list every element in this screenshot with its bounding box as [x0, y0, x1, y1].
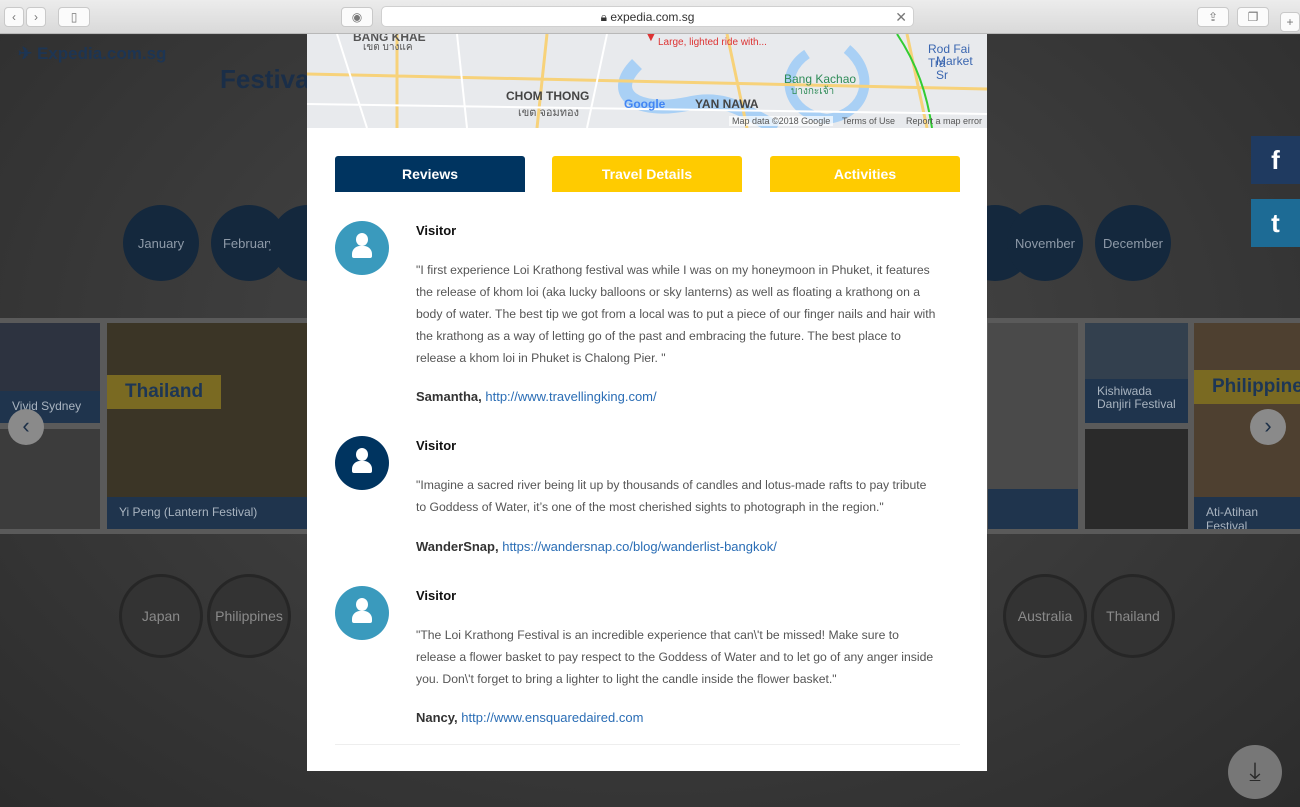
gallery-tile[interactable] [0, 429, 100, 529]
month-december[interactable]: December [1095, 205, 1171, 281]
user-avatar-icon [335, 586, 389, 640]
expedia-logo[interactable]: ✈ Expedia.com.sg [18, 44, 166, 64]
review-item: Visitor "The Loi Krathong Festival is an… [335, 586, 960, 736]
map-pin-icon[interactable]: ▼ [643, 34, 659, 46]
review-item: Visitor "Imagine a sacred river being li… [335, 436, 960, 566]
tile-caption: Kishiwada Danjiri Festival [1085, 379, 1188, 423]
review-attribution: Nancy, http://www.ensquaredaired.com [416, 710, 643, 725]
map-attribution: Map data ©2018 Google [729, 116, 834, 126]
logo-text: Expedia.com.sg [36, 44, 167, 63]
url-text: expedia.com.sg [610, 10, 695, 24]
reviewer-role: Visitor [416, 223, 457, 238]
country-australia[interactable]: Australia [1003, 574, 1087, 658]
back-button[interactable]: ‹ [4, 7, 24, 27]
new-tab-icon[interactable]: + [1280, 12, 1300, 32]
map-label: YAN NAWA [695, 97, 759, 111]
extension-icon[interactable]: ◉ [341, 7, 373, 27]
country-tag: Thailand [107, 375, 222, 409]
map-label: เขต บางแค [363, 42, 413, 53]
share-icon[interactable]: ⇪ [1197, 7, 1229, 27]
tab-reviews[interactable]: Reviews [335, 156, 525, 192]
forward-button[interactable]: › [26, 7, 46, 27]
terms-link[interactable]: Terms of Use [842, 116, 895, 126]
tile-caption: Ati-Atihan Festival [1194, 497, 1300, 529]
tile-caption [988, 489, 1078, 529]
reviewer-name: WanderSnap, [416, 539, 499, 554]
twitter-icon[interactable]: t [1251, 199, 1300, 247]
address-bar[interactable]: 🔒︎ expedia.com.sg ✕ [381, 6, 914, 27]
download-icon[interactable]: ⤓ [1228, 745, 1282, 799]
prev-arrow-icon[interactable]: ‹ [8, 409, 44, 445]
map[interactable]: BANG KHAE เขต บางแค CHOM THONG เขต จอมทอ… [307, 34, 987, 128]
user-avatar-icon [335, 436, 389, 490]
sidebar-toggle-icon[interactable]: ▯ [58, 7, 90, 27]
tab-travel-details[interactable]: Travel Details [552, 156, 742, 192]
map-label: เขต จอมทอง [518, 107, 580, 119]
reviewer-link[interactable]: http://www.ensquaredaired.com [461, 710, 643, 725]
close-icon[interactable]: ✕ [895, 7, 907, 27]
review-text: "I first experience Loi Krathong festiva… [416, 263, 936, 365]
map-label: Market Sr [936, 54, 973, 82]
country-thailand[interactable]: Thailand [1091, 574, 1175, 658]
reviewer-name: Samantha, [416, 389, 482, 404]
user-avatar-icon [335, 221, 389, 275]
reviewer-link[interactable]: http://www.travellingking.com/ [485, 389, 656, 404]
map-label: CHOM THONG [506, 89, 590, 103]
plane-icon: ✈ [18, 44, 37, 63]
facebook-icon[interactable]: f [1251, 136, 1300, 184]
map-label: Large, lighted ride with... [658, 37, 767, 48]
gallery-tile[interactable]: Vivid Sydney [0, 323, 100, 423]
gallery-tile-thailand[interactable]: Thailand Yi Peng (Lantern Festival) [107, 323, 307, 529]
gallery-tile[interactable] [988, 323, 1078, 529]
lock-icon: 🔒︎ [600, 10, 611, 24]
reviewer-role: Visitor [416, 438, 457, 453]
tabs-icon[interactable]: ❐ [1237, 7, 1269, 27]
google-logo: Google [624, 97, 666, 111]
month-january[interactable]: January [123, 205, 199, 281]
divider [335, 744, 960, 745]
review-text: "Imagine a sacred river being lit up by … [416, 478, 927, 514]
tab-activities[interactable]: Activities [770, 156, 960, 192]
country-japan[interactable]: Japan [119, 574, 203, 658]
gallery-tile[interactable] [1085, 429, 1188, 529]
review-text: "The Loi Krathong Festival is an incredi… [416, 628, 934, 686]
festival-modal: BANG KHAE เขต บางแค CHOM THONG เขต จอมทอ… [307, 34, 987, 771]
country-philippines[interactable]: Philippines [207, 574, 291, 658]
gallery-tile[interactable]: Kishiwada Danjiri Festival [1085, 323, 1188, 423]
browser-toolbar: ‹ › ▯ ◉ 🔒︎ expedia.com.sg ✕ ⇪ ❐ + [0, 0, 1300, 34]
month-november[interactable]: November [1007, 205, 1083, 281]
reviewer-link[interactable]: https://wandersnap.co/blog/wanderlist-ba… [502, 539, 777, 554]
report-map-error-link[interactable]: Report a map error [906, 116, 982, 126]
review-item: Visitor "I first experience Loi Krathong… [335, 221, 960, 411]
reviewer-name: Nancy, [416, 710, 458, 725]
reviewer-role: Visitor [416, 588, 457, 603]
review-attribution: Samantha, http://www.travellingking.com/ [416, 389, 657, 404]
tab-bar: Reviews Travel Details Activities [335, 156, 960, 192]
page-title: Festiva [220, 64, 310, 94]
tile-caption: Yi Peng (Lantern Festival) [107, 497, 307, 529]
map-label: บางกะเจ้า [791, 86, 835, 97]
country-tag: Philippine [1194, 370, 1300, 404]
review-attribution: WanderSnap, https://wandersnap.co/blog/w… [416, 539, 777, 554]
next-arrow-icon[interactable]: › [1250, 409, 1286, 445]
